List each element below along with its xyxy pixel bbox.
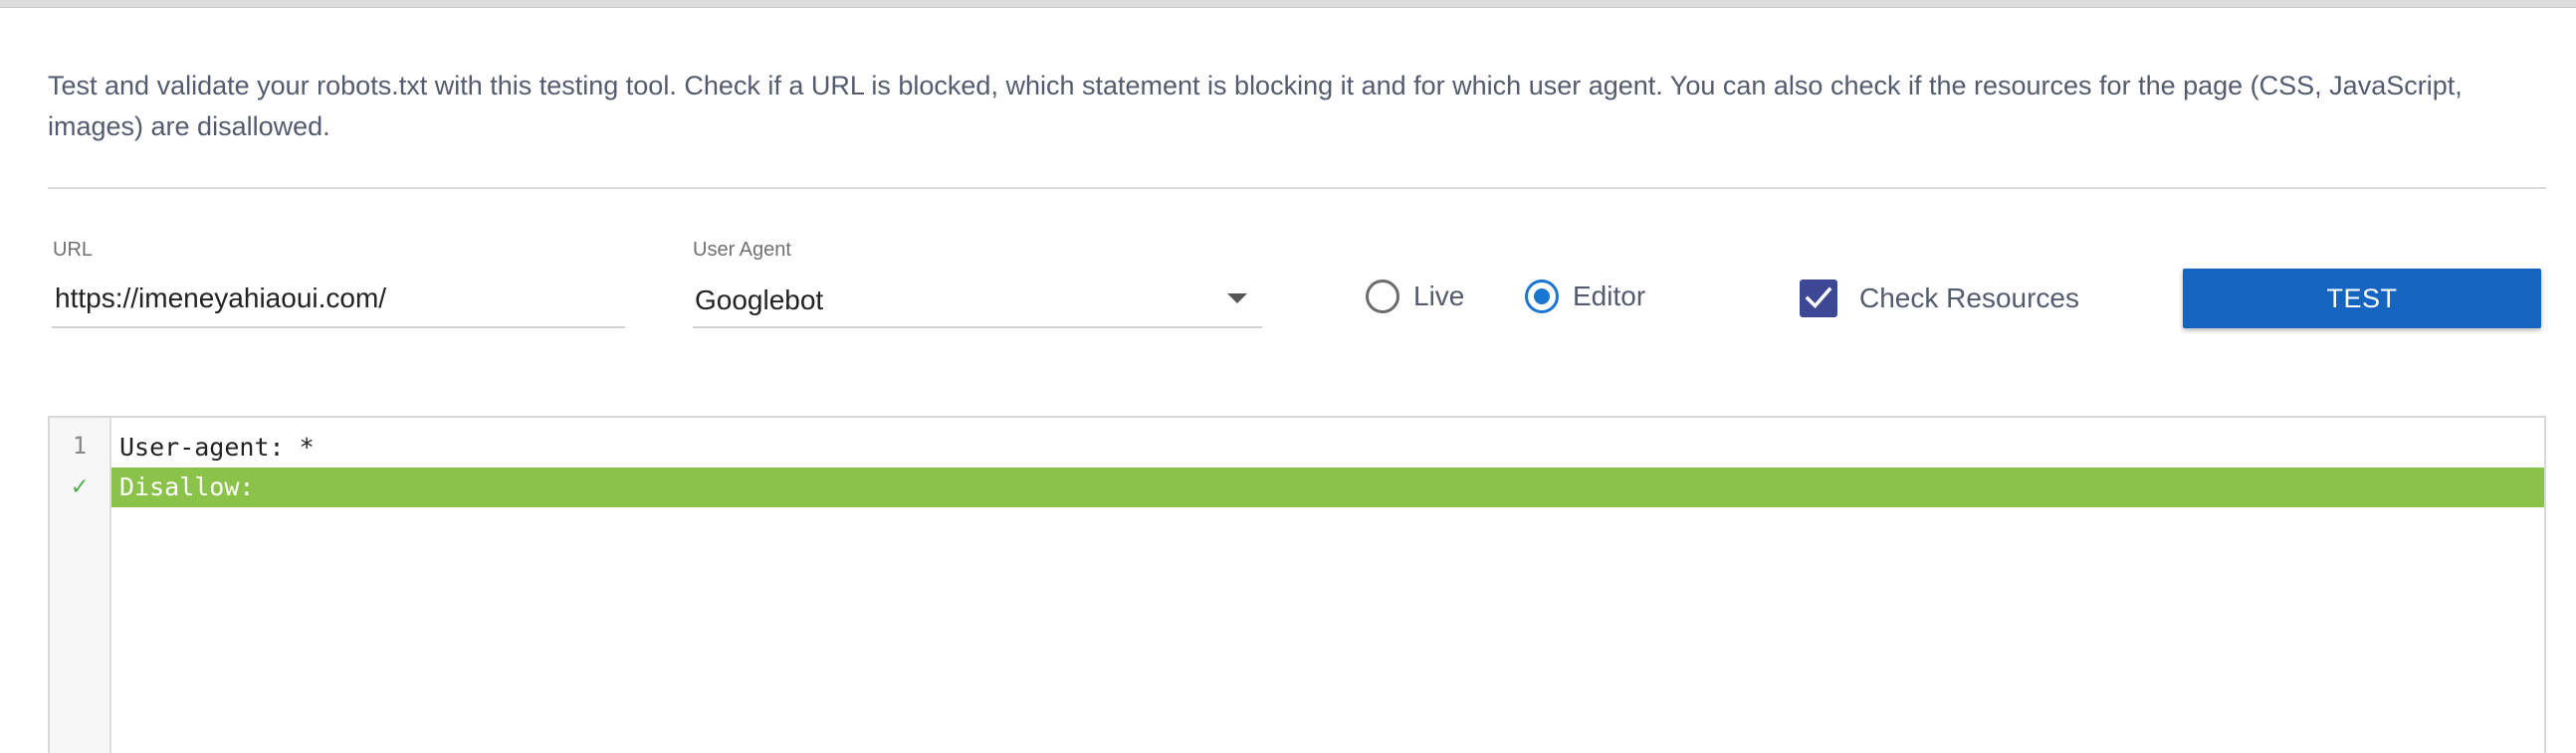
radio-editor-label[interactable]: Editor — [1573, 281, 1645, 312]
checkbox-box[interactable] — [1800, 280, 1837, 317]
top-border — [0, 0, 2576, 8]
user-agent-select[interactable]: User Agent Googlebot — [693, 239, 1262, 328]
divider — [48, 187, 2546, 189]
check-resources-checkbox[interactable]: Check Resources — [1800, 280, 2079, 317]
chevron-down-icon[interactable] — [1227, 293, 1247, 303]
check-icon: ✓ — [72, 471, 88, 501]
url-label: URL — [53, 239, 94, 261]
radio-editor[interactable]: Editor — [1525, 280, 1645, 313]
url-field[interactable]: URL https://imeneyahiaoui.com/ — [52, 239, 625, 328]
radio-editor-circle[interactable] — [1525, 280, 1559, 313]
url-underline — [52, 326, 625, 328]
editor-gutter: 1 ✓ — [50, 418, 111, 753]
tool-description: Test and validate your robots.txt with t… — [48, 71, 2463, 141]
url-input[interactable]: https://imeneyahiaoui.com/ — [55, 282, 386, 314]
user-agent-underline — [693, 326, 1262, 328]
user-agent-label: User Agent — [693, 239, 791, 261]
line-number: 1 — [72, 432, 88, 460]
radio-live[interactable]: Live — [1366, 280, 1464, 313]
radio-live-circle[interactable] — [1366, 280, 1399, 313]
code-line-allowed[interactable]: Disallow: — [111, 468, 2544, 507]
code-line[interactable]: User-agent: * — [111, 428, 2544, 468]
robots-editor[interactable]: 1 ✓ User-agent: * Disallow: — [48, 416, 2546, 753]
user-agent-value[interactable]: Googlebot — [695, 284, 823, 316]
checkmark-icon — [1805, 286, 1832, 309]
radio-live-label[interactable]: Live — [1413, 281, 1464, 312]
test-button[interactable]: TEST — [2183, 269, 2541, 328]
check-resources-label[interactable]: Check Resources — [1859, 282, 2079, 314]
